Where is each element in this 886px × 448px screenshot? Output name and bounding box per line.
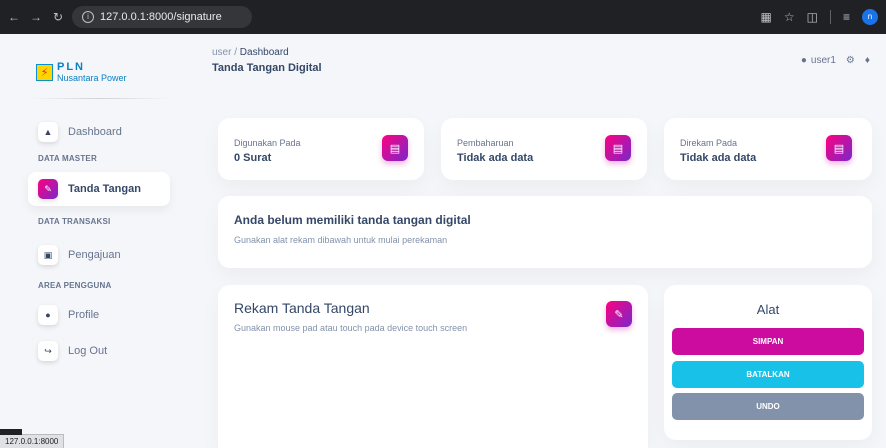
user-link[interactable]: ● user1: [801, 55, 836, 66]
users-icon: ●: [38, 305, 58, 325]
sidebar-item-label: Log Out: [68, 345, 108, 357]
inbox-icon: ▣: [38, 245, 58, 265]
notice-card: Anda belum memiliki tanda tangan digital…: [218, 196, 872, 268]
bookmark-star-icon[interactable]: ☆: [784, 10, 795, 24]
sidebar-item-profile[interactable]: ● Profile: [28, 298, 170, 332]
back-icon[interactable]: ←: [8, 10, 20, 24]
stat-card-digunakan: Digunakan Pada 0 Surat ▤: [218, 118, 424, 180]
section-data-transaksi: DATA TRANSAKSI: [38, 217, 111, 226]
sidebar-item-tanda-tangan[interactable]: ✎ Tanda Tangan: [28, 172, 170, 206]
bell-icon[interactable]: ♦: [865, 55, 870, 66]
stat-label: Digunakan Pada: [234, 138, 301, 148]
tools-title: Alat: [756, 302, 780, 317]
section-area-pengguna: AREA PENGGUNA: [38, 281, 112, 290]
site-info-icon[interactable]: i: [82, 11, 94, 23]
document-stack-icon: ▤: [605, 135, 631, 161]
save-button[interactable]: SIMPAN: [672, 328, 864, 355]
signature-icon: ✎: [38, 179, 58, 199]
signature-pen-icon: ✎: [606, 301, 632, 327]
breadcrumb: user / Dashboard: [212, 47, 289, 58]
sidebar-item-label: Tanda Tangan: [68, 183, 141, 195]
tools-card: Alat SIMPAN BATALKAN UNDO: [664, 285, 872, 440]
rekam-subtitle: Gunakan mouse pad atau touch pada device…: [234, 323, 468, 333]
stat-card-pembaharuan: Pembaharuan Tidak ada data ▤: [441, 118, 647, 180]
breadcrumb-root[interactable]: user: [212, 47, 231, 58]
stat-value: Tidak ada data: [457, 152, 534, 164]
undo-button[interactable]: UNDO: [672, 393, 864, 420]
sidebar-item-label: Profile: [68, 309, 100, 321]
stat-label: Direkam Pada: [680, 138, 738, 148]
breadcrumb-current: Dashboard: [239, 47, 289, 58]
logo-divider: [30, 98, 170, 99]
status-bar-edge: [0, 429, 22, 435]
profile-avatar-icon[interactable]: n: [862, 9, 878, 25]
gear-icon[interactable]: ⚙: [846, 55, 855, 66]
sidebar-item-label: Dashboard: [68, 126, 122, 138]
address-bar[interactable]: i 127.0.0.1:8000/signature: [72, 6, 252, 28]
stat-label: Pembaharuan: [457, 138, 514, 148]
stat-value: 0 Surat: [234, 152, 272, 164]
cancel-button[interactable]: BATALKAN: [672, 361, 864, 388]
extensions-icon[interactable]: ◫: [807, 10, 818, 24]
browser-toolbar: ← → ↻ i 127.0.0.1:8000/signature ▦ ☆ ◫ ≡…: [0, 0, 886, 34]
sidebar-item-logout[interactable]: ↪ Log Out: [28, 334, 170, 368]
translate-icon[interactable]: ▦: [761, 10, 772, 24]
home-icon: ▲: [38, 122, 58, 142]
status-url-tooltip: 127.0.0.1:8000: [0, 429, 65, 448]
rekam-title: Rekam Tanda Tangan: [234, 300, 370, 316]
user-menu: ● user1 ⚙ ♦: [801, 55, 870, 66]
brand-subtitle: Nusantara Power: [57, 73, 127, 83]
notice-subtitle: Gunakan alat rekam dibawah untuk mulai p…: [234, 235, 448, 245]
sidebar: ⚡ PLN Nusantara Power ▲ Dashboard DATA M…: [0, 34, 180, 448]
reading-list-icon[interactable]: ≡: [843, 10, 850, 24]
sidebar-item-dashboard[interactable]: ▲ Dashboard: [28, 115, 170, 149]
brand-name: PLN: [57, 61, 85, 73]
brand-logo[interactable]: ⚡ PLN Nusantara Power: [36, 62, 127, 83]
user-icon: ●: [800, 55, 807, 66]
stat-card-direkam: Direkam Pada Tidak ada data ▤: [664, 118, 872, 180]
sidebar-item-pengajuan[interactable]: ▣ Pengajuan: [28, 238, 170, 272]
toolbar-divider: [829, 10, 831, 24]
notice-title: Anda belum memiliki tanda tangan digital: [234, 213, 471, 227]
forward-icon[interactable]: →: [30, 10, 42, 24]
page-title: Tanda Tangan Digital: [212, 62, 322, 74]
signature-pad-card[interactable]: Rekam Tanda Tangan Gunakan mouse pad ata…: [218, 285, 648, 448]
breadcrumb-separator: /: [234, 47, 238, 58]
username: user1: [810, 55, 836, 66]
section-data-master: DATA MASTER: [38, 154, 97, 163]
status-url-text: 127.0.0.1:8000: [5, 437, 59, 446]
sidebar-item-label: Pengajuan: [68, 249, 121, 261]
document-stack-icon: ▤: [826, 135, 852, 161]
document-stack-icon: ▤: [382, 135, 408, 161]
pln-logo-icon: ⚡: [36, 64, 53, 81]
url-text: 127.0.0.1:8000/signature: [100, 11, 222, 23]
stat-value: Tidak ada data: [680, 152, 757, 164]
reload-icon[interactable]: ↻: [52, 10, 64, 24]
logout-icon: ↪: [38, 341, 58, 361]
